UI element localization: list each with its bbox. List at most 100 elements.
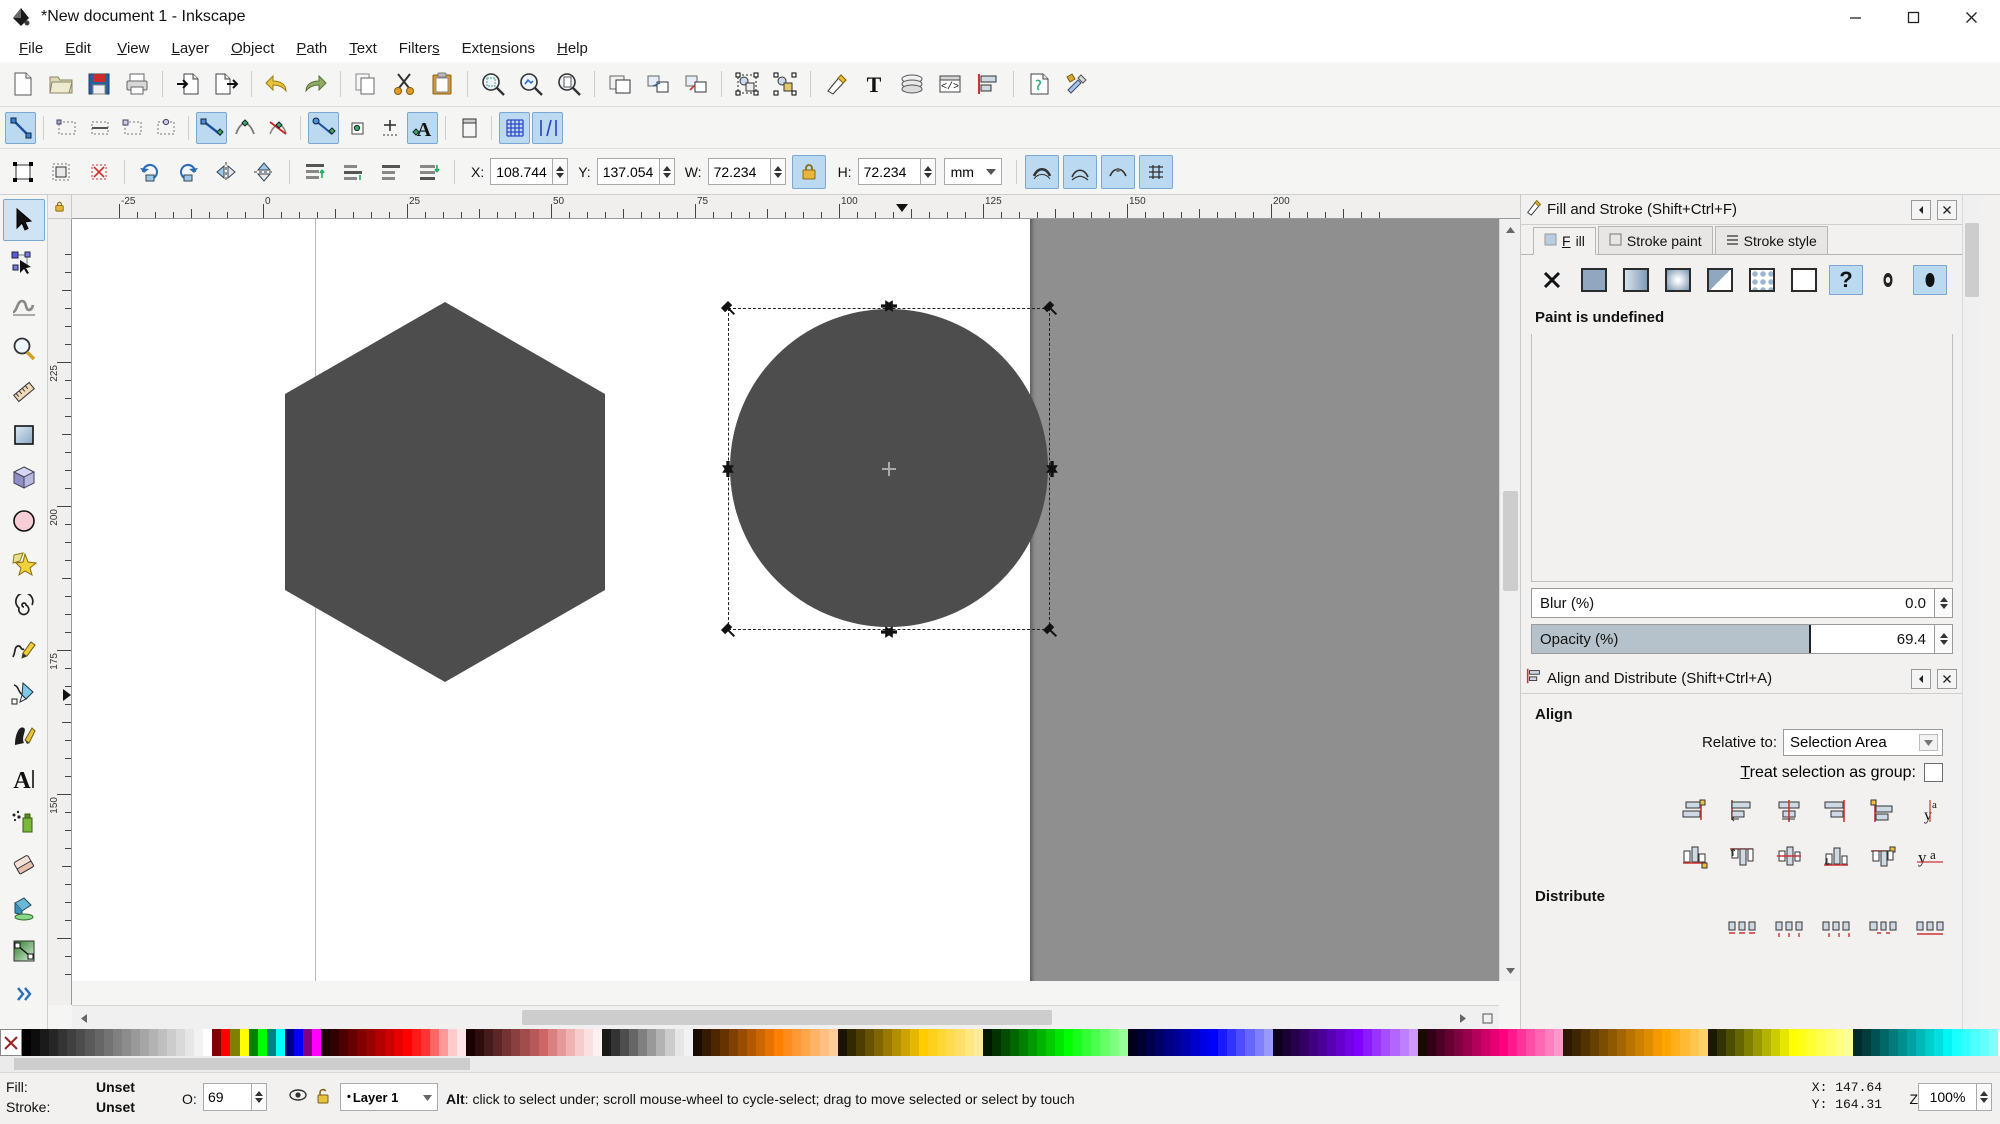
tab-stroke-style[interactable]: Stroke style [1714,226,1828,254]
palette-color-swatch[interactable] [393,1029,403,1056]
palette-color-swatch[interactable] [1562,1029,1572,1056]
palette-color-swatch[interactable] [1345,1029,1355,1056]
distribute-right-edges-button[interactable] [1817,913,1855,947]
bucket-fill-tool[interactable] [3,887,45,929]
enable-snapping-icon[interactable] [5,111,36,144]
palette-color-swatch[interactable] [674,1029,684,1056]
palette-color-swatch[interactable] [1236,1029,1246,1056]
palette-color-swatch[interactable] [1526,1029,1536,1056]
palette-color-swatch[interactable] [176,1029,186,1056]
palette-color-swatch[interactable] [1689,1029,1699,1056]
palette-color-swatch[interactable] [447,1029,457,1056]
palette-color-swatch[interactable] [1354,1029,1364,1056]
deselect-icon[interactable] [82,155,116,189]
palette-color-swatch[interactable] [873,1029,883,1056]
dock-scrollbar[interactable] [1962,195,1980,1029]
pencil-tool[interactable] [3,629,45,671]
palette-color-swatch[interactable] [1843,1029,1853,1056]
palette-color-swatch[interactable] [792,1029,802,1056]
palette-color-swatch[interactable] [1046,1029,1056,1056]
palette-color-swatch[interactable] [1961,1029,1971,1056]
palette-color-swatch[interactable] [31,1029,41,1056]
print-document-icon[interactable] [120,67,154,101]
text-anchor-vertical-button[interactable]: ay [1911,794,1949,828]
palette-color-swatch[interactable] [1671,1029,1681,1056]
x-stepper[interactable] [552,158,569,185]
palette-color-swatch[interactable] [284,1029,294,1056]
collapse-icon[interactable] [1911,199,1931,220]
palette-color-swatch[interactable] [1073,1029,1083,1056]
menu-path[interactable]: Path [285,37,338,60]
palette-color-swatch[interactable] [1091,1029,1101,1056]
palette-color-swatch[interactable] [1100,1029,1110,1056]
raise-to-top-icon[interactable] [298,155,332,189]
y-stepper[interactable] [658,158,675,185]
palette-color-swatch[interactable] [529,1029,539,1056]
palette-color-swatch[interactable] [910,1029,920,1056]
redo-icon[interactable] [298,67,332,101]
snap-grid-icon[interactable] [499,111,530,144]
palette-color-swatch[interactable] [864,1029,874,1056]
palette-color-swatch[interactable] [420,1029,430,1056]
dock-scroll-thumb[interactable] [1965,223,1979,297]
opacity-stepper[interactable] [1935,624,1953,654]
palette-color-swatch[interactable] [783,1029,793,1056]
palette-color-swatch[interactable] [1789,1029,1799,1056]
zoom-spinner[interactable] [1918,1083,1992,1111]
palette-scrollbar[interactable] [0,1056,2000,1072]
pattern-button[interactable] [1703,265,1737,295]
palette-color-swatch[interactable] [1299,1029,1309,1056]
palette-color-swatch[interactable] [1381,1029,1391,1056]
save-document-icon[interactable] [82,67,116,101]
menu-object[interactable]: Object [220,37,285,60]
palette-color-swatch[interactable] [602,1029,612,1056]
palette-color-swatch[interactable] [982,1029,992,1056]
palette-color-swatch[interactable] [484,1029,494,1056]
palette-color-swatch[interactable] [1970,1029,1980,1056]
menu-edit[interactable]: Edit [54,37,102,60]
palette-color-swatch[interactable] [1870,1029,1880,1056]
palette-color-swatch[interactable] [810,1029,820,1056]
xml-editor-icon[interactable]: </> [933,67,967,101]
palette-color-swatch[interactable] [1363,1029,1373,1056]
palette-color-swatch[interactable] [1535,1029,1545,1056]
zoom-stepper[interactable] [1976,1083,1992,1111]
palette-color-swatch[interactable] [1118,1029,1128,1056]
palette-color-swatch[interactable] [520,1029,530,1056]
snap-object-center-icon[interactable]: A [407,111,438,144]
palette-color-swatch[interactable] [1861,1029,1871,1056]
palette-color-swatch[interactable] [1408,1029,1418,1056]
scale-handle-e[interactable] [1044,461,1060,477]
palette-color-swatch[interactable] [402,1029,412,1056]
palette-color-swatch[interactable] [429,1029,439,1056]
select-all-icon[interactable] [6,155,40,189]
palette-color-swatch[interactable] [1653,1029,1663,1056]
palette-color-swatch[interactable] [837,1029,847,1056]
palette-color-swatch[interactable] [683,1029,693,1056]
palette-color-swatch[interactable] [1018,1029,1028,1056]
palette-color-swatch[interactable] [1589,1029,1599,1056]
scale-handle-ne[interactable] [1042,300,1058,316]
palette-color-swatch[interactable] [964,1029,974,1056]
palette-color-swatch[interactable] [828,1029,838,1056]
fill-rule-evenodd-button[interactable] [1913,265,1947,295]
more-tools-button[interactable] [3,973,45,1015]
maximize-button[interactable] [1884,0,1942,34]
palette-color-swatch[interactable] [1163,1029,1173,1056]
scroll-left-arrow[interactable] [72,1006,96,1030]
snap-bbox-midpoint-icon[interactable] [150,112,181,144]
palette-color-swatch[interactable] [148,1029,158,1056]
palette-color-swatch[interactable] [647,1029,657,1056]
affect-patterns-icon[interactable] [1138,154,1173,189]
tab-stroke-paint[interactable]: Stroke paint [1597,226,1713,254]
palette-color-swatch[interactable] [375,1029,385,1056]
snap-cusp-node-icon[interactable] [308,111,339,144]
spray-tool[interactable] [3,801,45,843]
palette-color-swatch[interactable] [1426,1029,1436,1056]
palette-color-swatch[interactable] [384,1029,394,1056]
zoom-selection-icon[interactable] [476,67,510,101]
palette-color-swatch[interactable] [1272,1029,1282,1056]
palette-color-swatch[interactable] [611,1029,621,1056]
scale-handle-nw[interactable] [720,300,736,316]
node-tool[interactable] [3,242,45,284]
